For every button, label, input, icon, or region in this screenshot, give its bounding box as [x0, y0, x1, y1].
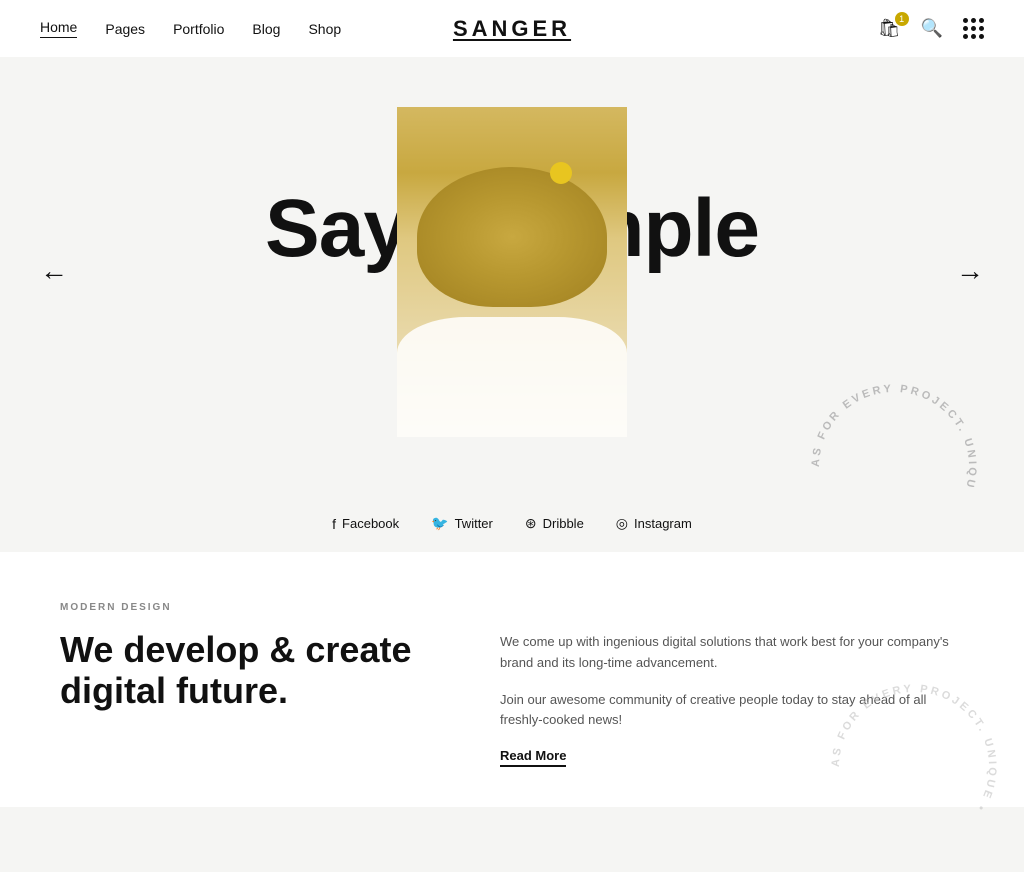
nav-links: Home Pages Portfolio Blog Shop: [40, 19, 341, 38]
facebook-icon: f: [332, 516, 336, 532]
circular-stamp: AS FOR EVERY PROJECT. UNIQUE •: [794, 367, 994, 487]
svg-text:AS FOR EVERY PROJECT. UNIQUE •: AS FOR EVERY PROJECT. UNIQUE •: [830, 683, 998, 815]
nav-actions: 🛍 1 🔍: [878, 18, 984, 39]
instagram-link[interactable]: ◎ Instagram: [616, 515, 692, 532]
bottom-circular-stamp: AS FOR EVERY PROJECT. UNIQUE •: [814, 667, 1014, 867]
nav-shop[interactable]: Shop: [308, 21, 341, 37]
search-icon: 🔍: [921, 18, 943, 38]
grid-icon: [963, 18, 984, 39]
tag-label: MODERN DESIGN: [60, 602, 440, 613]
hero-image: [397, 107, 627, 437]
bottom-headline: We develop & create digital future.: [60, 629, 440, 712]
nav-home[interactable]: Home: [40, 19, 77, 38]
menu-button[interactable]: [963, 18, 984, 39]
facebook-link[interactable]: f Facebook: [332, 516, 399, 532]
twitter-icon: 🐦: [431, 515, 448, 532]
read-more-link[interactable]: Read More: [500, 748, 566, 767]
site-logo[interactable]: SANGER: [453, 16, 571, 42]
next-arrow[interactable]: →: [956, 256, 984, 288]
dribble-icon: ⊛: [525, 515, 537, 532]
yellow-dot: [550, 162, 572, 184]
cart-button[interactable]: 🛍 1: [878, 18, 901, 39]
svg-text:AS FOR EVERY PROJECT. UNIQUE •: AS FOR EVERY PROJECT. UNIQUE •: [810, 383, 978, 487]
cart-badge: 1: [895, 12, 909, 26]
dribble-link[interactable]: ⊛ Dribble: [525, 515, 584, 532]
prev-arrow[interactable]: ←: [40, 256, 68, 288]
search-button[interactable]: 🔍: [921, 18, 943, 39]
nav-blog[interactable]: Blog: [252, 21, 280, 37]
nav-pages[interactable]: Pages: [105, 21, 145, 37]
bottom-section: MODERN DESIGN We develop & create digita…: [0, 552, 1024, 807]
twitter-link[interactable]: 🐦 Twitter: [431, 515, 493, 532]
main-nav: Home Pages Portfolio Blog Shop SANGER 🛍 …: [0, 0, 1024, 57]
social-bar: f Facebook 🐦 Twitter ⊛ Dribble ◎ Instagr…: [0, 487, 1024, 552]
arrow-right-icon: →: [956, 256, 984, 287]
instagram-icon: ◎: [616, 515, 628, 532]
hero-section: Say a Simple Hello! ← → AS FOR EVERY PRO…: [0, 57, 1024, 487]
shirt-area: [397, 317, 627, 437]
nav-portfolio[interactable]: Portfolio: [173, 21, 224, 37]
bottom-left: MODERN DESIGN We develop & create digita…: [60, 602, 440, 767]
arrow-left-icon: ←: [40, 256, 68, 287]
